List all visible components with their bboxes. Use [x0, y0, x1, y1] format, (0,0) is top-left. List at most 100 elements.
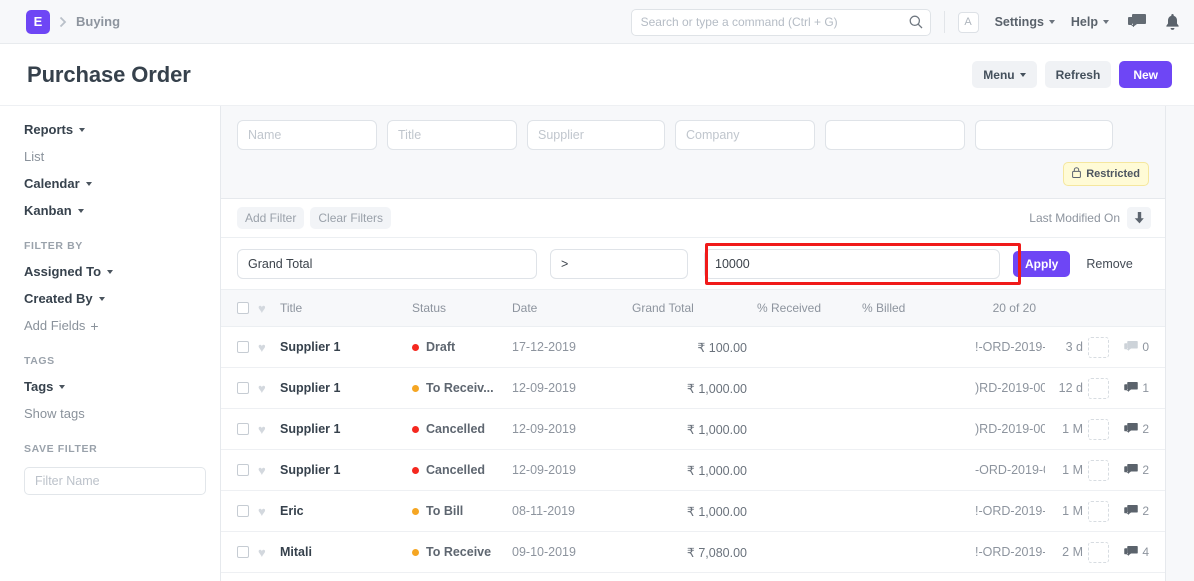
table-row[interactable]: ♥ Supplier 1 To Receiv... 12-09-2019 ₹ 1… — [221, 368, 1165, 409]
menu-button[interactable]: Menu — [972, 61, 1036, 88]
avatar[interactable]: A — [958, 12, 979, 33]
table-row[interactable]: ♥ Supplier 1 Cancelled 12-09-2019 ₹ 1,00… — [221, 409, 1165, 450]
row-title[interactable]: Mitali — [280, 545, 312, 559]
heart-icon: ♥ — [258, 302, 272, 315]
row-assignment-placeholder[interactable] — [1083, 460, 1113, 481]
new-button[interactable]: New — [1119, 61, 1172, 88]
sidebar-item-list[interactable]: List — [24, 149, 220, 164]
row-checkbox[interactable] — [237, 341, 249, 353]
row-comments[interactable]: 0 — [1113, 340, 1149, 354]
row-assignment-placeholder[interactable] — [1083, 378, 1113, 399]
sidebar-item-assigned-to[interactable]: Assigned To — [24, 264, 220, 279]
row-order-id[interactable]: !-ORD-2019-00016 — [975, 545, 1045, 559]
search-icon[interactable] — [908, 14, 924, 30]
row-assignment-placeholder[interactable] — [1083, 337, 1113, 358]
row-checkbox[interactable] — [237, 423, 249, 435]
row-comments[interactable]: 2 — [1113, 422, 1149, 436]
row-title[interactable]: Eric — [280, 504, 304, 518]
filter-6-input[interactable] — [975, 120, 1113, 150]
name-filter-input[interactable] — [237, 120, 377, 150]
row-order-id[interactable]: -ORD-2019-00005 — [975, 463, 1045, 477]
select-all-checkbox[interactable] — [237, 302, 249, 314]
heart-icon[interactable]: ♥ — [258, 505, 272, 518]
row-title[interactable]: Supplier 1 — [280, 340, 340, 354]
breadcrumb[interactable]: Buying — [76, 14, 120, 29]
filter-5-input[interactable] — [825, 120, 965, 150]
row-order-id[interactable]: )RD-2019-00005-1 — [975, 422, 1045, 436]
chevron-right-icon — [59, 16, 67, 28]
row-checkbox[interactable] — [237, 546, 249, 558]
row-date: 12-09-2019 — [512, 422, 632, 436]
sidebar-item-calendar[interactable]: Calendar — [24, 176, 220, 191]
row-comments[interactable]: 2 — [1113, 463, 1149, 477]
column-header-grand-total[interactable]: Grand Total — [632, 301, 757, 315]
column-header-status[interactable]: Status — [412, 301, 512, 315]
row-modified: 2 M — [1045, 545, 1083, 559]
filter-fieldname-select[interactable]: Grand Total — [237, 249, 537, 279]
heart-icon[interactable]: ♥ — [258, 546, 272, 559]
sidebar-item-reports[interactable]: Reports — [24, 122, 220, 137]
heart-icon[interactable]: ♥ — [258, 423, 272, 436]
add-filter-button[interactable]: Add Filter — [237, 207, 304, 229]
sidebar-item-created-by[interactable]: Created By — [24, 291, 220, 306]
row-checkbox[interactable] — [237, 464, 249, 476]
row-assignment-placeholder[interactable] — [1083, 501, 1113, 522]
app-logo-icon[interactable]: E — [26, 10, 50, 34]
table-row[interactable]: ♥ Supplier 1 Cancelled 12-09-2019 ₹ 1,00… — [221, 450, 1165, 491]
status-label: Cancelled — [426, 422, 485, 436]
heart-icon[interactable]: ♥ — [258, 382, 272, 395]
filter-name-input[interactable] — [24, 467, 206, 495]
comment-icon — [1124, 546, 1138, 558]
row-comments[interactable]: 4 — [1113, 545, 1149, 559]
row-date: 09-10-2019 — [512, 545, 632, 559]
comment-icon[interactable] — [1128, 14, 1146, 30]
sidebar-item-add-fields[interactable]: Add Fields + — [24, 318, 220, 333]
column-header-pct-received[interactable]: % Received — [757, 301, 862, 315]
sidebar-item-show-tags[interactable]: Show tags — [24, 406, 220, 421]
sort-field-label[interactable]: Last Modified On — [1029, 211, 1120, 225]
apply-button[interactable]: Apply — [1013, 251, 1070, 277]
row-status: Cancelled — [412, 463, 512, 477]
row-order-id[interactable]: !-ORD-2019-00018 — [975, 340, 1045, 354]
row-order-id[interactable]: !-ORD-2019-00017 — [975, 504, 1045, 518]
sort-direction-down-icon[interactable] — [1127, 207, 1151, 229]
row-checkbox[interactable] — [237, 505, 249, 517]
filter-value-input[interactable] — [704, 249, 1000, 279]
sidebar-item-tags[interactable]: Tags — [24, 379, 220, 394]
search-input[interactable] — [631, 9, 931, 36]
row-order-id[interactable]: )RD-2019-00005-2 — [975, 381, 1045, 395]
settings-menu[interactable]: Settings — [995, 15, 1055, 29]
body-wrapper: Reports List Calendar Kanban FILTER BY A… — [0, 106, 1194, 581]
column-header-title[interactable]: Title — [280, 301, 412, 315]
table-row[interactable]: ♥ Supplier 1 Draft 17-12-2019 ₹ 100.00 !… — [221, 327, 1165, 368]
filter-operator-select[interactable]: > — [550, 249, 688, 279]
title-filter-input[interactable] — [387, 120, 517, 150]
supplier-filter-input[interactable] — [527, 120, 665, 150]
row-assignment-placeholder[interactable] — [1083, 542, 1113, 563]
row-comments[interactable]: 1 — [1113, 381, 1149, 395]
sort-selector[interactable]: Last Modified On — [1029, 207, 1151, 229]
heart-icon[interactable]: ♥ — [258, 341, 272, 354]
sidebar-item-kanban[interactable]: Kanban — [24, 203, 220, 218]
heart-icon[interactable]: ♥ — [258, 464, 272, 477]
row-title[interactable]: Supplier 1 — [280, 463, 340, 477]
clear-filters-button[interactable]: Clear Filters — [310, 207, 391, 229]
row-checkbox[interactable] — [237, 382, 249, 394]
remove-filter-link[interactable]: Remove — [1086, 257, 1133, 271]
filter-actions-bar: Add Filter Clear Filters Last Modified O… — [221, 199, 1165, 238]
row-modified: 3 d — [1045, 340, 1083, 354]
table-row[interactable]: ♥ Eric To Bill 08-11-2019 ₹ 1,000.00 !-O… — [221, 491, 1165, 532]
table-row[interactable]: ♥ Mitali To Receive 09-10-2019 ₹ 7,080.0… — [221, 532, 1165, 573]
column-header-date[interactable]: Date — [512, 301, 632, 315]
refresh-button[interactable]: Refresh — [1045, 61, 1112, 88]
row-assignment-placeholder[interactable] — [1083, 419, 1113, 440]
help-menu[interactable]: Help — [1071, 15, 1109, 29]
column-header-pct-billed[interactable]: % Billed — [862, 301, 975, 315]
row-date: 12-09-2019 — [512, 381, 632, 395]
row-title[interactable]: Supplier 1 — [280, 422, 340, 436]
company-filter-input[interactable] — [675, 120, 815, 150]
row-comments[interactable]: 2 — [1113, 504, 1149, 518]
bell-icon[interactable] — [1165, 14, 1180, 31]
row-grand-total: ₹ 100.00 — [632, 340, 757, 355]
row-title[interactable]: Supplier 1 — [280, 381, 340, 395]
